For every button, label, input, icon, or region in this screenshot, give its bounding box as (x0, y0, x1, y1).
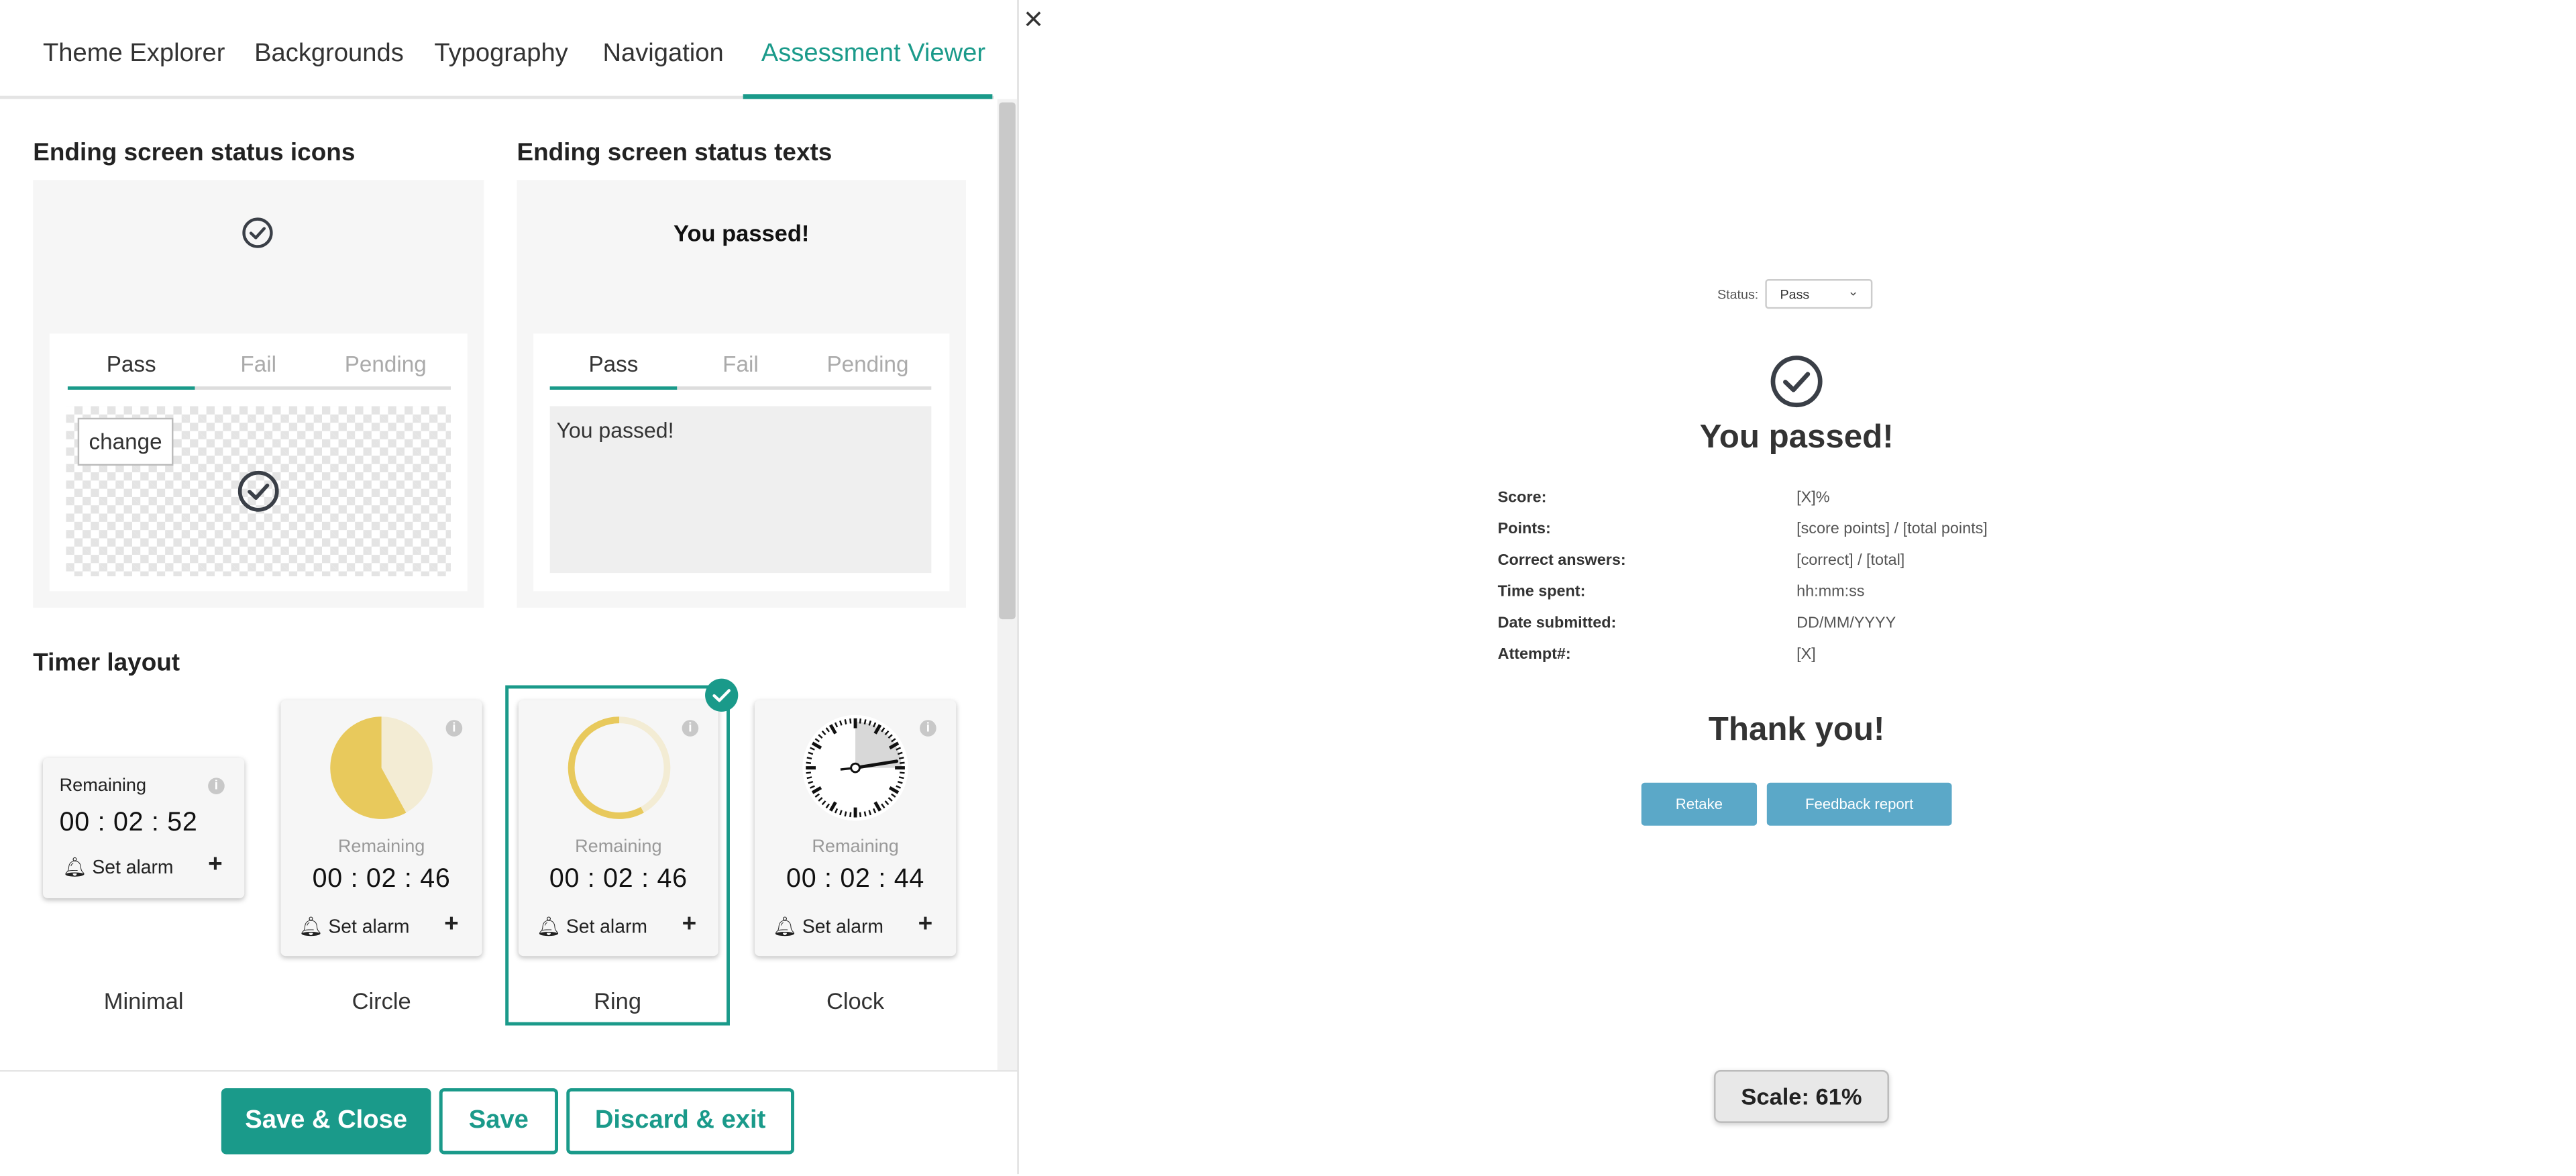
timer-card-circle[interactable]: i Remaining 00 : 02 : 46 🔔︎ Set alarm + (280, 700, 482, 957)
status-icons-title: Ending screen status icons (33, 138, 356, 167)
plus-icon[interactable]: + (444, 910, 459, 938)
preview-status-label: Status: (1717, 287, 1759, 303)
set-alarm-label: Set alarm (92, 858, 174, 879)
status-text-preview: You passed! (674, 219, 810, 246)
status-texts-title: Ending screen status texts (517, 138, 833, 167)
timer-card-minimal[interactable]: Remaining i 00 : 02 : 52 🔔︎ Set alarm + (42, 757, 245, 899)
save-close-button[interactable]: Save & Close (221, 1088, 431, 1155)
status-text-input[interactable]: You passed! (549, 406, 932, 574)
plus-icon[interactable]: + (918, 910, 933, 938)
preview-date-label: Date submitted: (1497, 614, 1617, 633)
timer-time: 00 : 02 : 52 (59, 809, 198, 837)
feedback-report-button[interactable]: Feedback report (1766, 782, 1952, 826)
timer-remaining-label: Remaining (59, 776, 147, 796)
timer-layout-title: Timer layout (33, 649, 180, 678)
selected-layout-outline (505, 685, 730, 1026)
scale-indicator: Scale: 61% (1714, 1070, 1889, 1123)
info-icon[interactable]: i (208, 778, 225, 794)
preview-status-title: You passed! (1699, 419, 1894, 456)
bell-icon: 🔔︎ (299, 918, 323, 939)
set-alarm-button[interactable]: 🔔︎ Set alarm (62, 855, 174, 879)
preview-check-circle-icon (1770, 356, 1823, 408)
tab-typography[interactable]: Typography (434, 40, 568, 69)
tab-navigation[interactable]: Navigation (602, 40, 723, 69)
preview-correct-value: [correct] / [total] (1796, 551, 1905, 570)
change-icon-button[interactable]: change (77, 417, 174, 466)
top-tabs: Theme Explorer Backgrounds Typography Na… (0, 0, 1017, 99)
subtab-pass-text[interactable]: Pass (550, 352, 678, 376)
info-icon[interactable]: i (920, 720, 936, 737)
timer-name-clock: Clock (826, 987, 885, 1014)
preview-time-label: Time spent: (1497, 582, 1586, 601)
plus-icon[interactable]: + (208, 851, 223, 879)
subtab-active-indicator (67, 386, 195, 390)
timer-card-clock[interactable]: i Remaining 00 : 02 : 44 🔔︎ Set alarm + (754, 700, 957, 957)
set-alarm-button[interactable]: 🔔︎ Set alarm (772, 915, 883, 939)
active-tab-indicator (743, 94, 993, 99)
tab-assessment-viewer[interactable]: Assessment Viewer (761, 40, 985, 69)
bell-icon: 🔔︎ (772, 918, 797, 939)
bell-icon: 🔔︎ (62, 858, 87, 879)
timer-remaining-label: Remaining (812, 837, 899, 857)
timer-time: 00 : 02 : 46 (312, 865, 451, 894)
subtab-pass-icon[interactable]: Pass (68, 352, 195, 376)
subtab-pending-icon[interactable]: Pending (322, 352, 449, 376)
clock-timer-icon (802, 714, 908, 821)
set-alarm-button[interactable]: 🔔︎ Set alarm (299, 915, 410, 939)
preview-score-label: Score: (1497, 488, 1547, 507)
check-circle-icon (237, 470, 279, 512)
subtab-pending-text[interactable]: Pending (804, 352, 932, 376)
info-icon[interactable]: i (445, 720, 463, 737)
set-alarm-label: Set alarm (802, 918, 883, 939)
check-circle-icon (242, 217, 273, 248)
scrollbar-thumb[interactable] (999, 102, 1016, 620)
preview-time-value: hh:mm:ss (1796, 582, 1865, 601)
selected-check-icon (705, 678, 739, 712)
preview-points-value: [score points] / [total points] (1796, 520, 1988, 539)
close-icon[interactable]: × (1024, 3, 1043, 36)
preview-date-value: DD/MM/YYYY (1796, 614, 1896, 633)
preview-attempt-value: [X] (1796, 645, 1816, 664)
settings-panel: Theme Explorer Backgrounds Typography Na… (0, 0, 1019, 1176)
set-alarm-label: Set alarm (328, 918, 410, 939)
timer-name-circle: Circle (352, 987, 411, 1014)
preview-correct-label: Correct answers: (1497, 551, 1626, 570)
discard-exit-button[interactable]: Discard & exit (566, 1088, 794, 1155)
preview-attempt-label: Attempt#: (1497, 645, 1571, 664)
pie-timer-icon (330, 716, 433, 819)
preview-thank-you: Thank you! (1708, 711, 1885, 749)
tab-backgrounds[interactable]: Backgrounds (254, 40, 404, 69)
timer-remaining-label: Remaining (337, 837, 425, 857)
timer-name-minimal: Minimal (103, 987, 184, 1014)
subtab-active-indicator (549, 386, 678, 390)
retake-button[interactable]: Retake (1641, 782, 1758, 826)
preview-score-value: [X]% (1796, 488, 1830, 507)
timer-time: 00 : 02 : 44 (786, 865, 925, 894)
save-button[interactable]: Save (439, 1088, 558, 1155)
subtab-fail-icon[interactable]: Fail (195, 352, 322, 376)
subtab-fail-text[interactable]: Fail (677, 352, 804, 376)
timer-name-ring: Ring (594, 987, 642, 1014)
tab-theme-explorer[interactable]: Theme Explorer (43, 40, 225, 69)
chevron-down-icon[interactable]: ⌄ (1847, 284, 1858, 299)
preview-points-label: Points: (1497, 520, 1551, 539)
